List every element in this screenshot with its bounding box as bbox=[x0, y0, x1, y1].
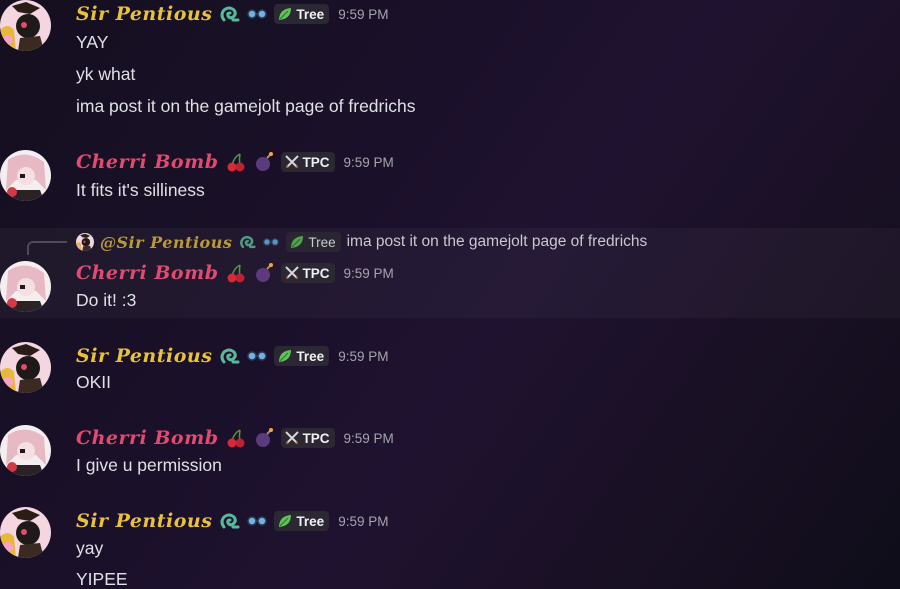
avatar[interactable] bbox=[0, 150, 51, 201]
role-tag-label: Tree bbox=[296, 6, 325, 22]
message-header: Sir Pentious Tree 9:59 PM bbox=[76, 344, 388, 368]
message-line: ima post it on the gamejolt page of fred… bbox=[76, 96, 416, 116]
snake-emoji-icon bbox=[238, 233, 256, 251]
crossed-swords-icon bbox=[284, 265, 300, 281]
reply-avatar bbox=[76, 233, 94, 251]
glasses-emoji-icon bbox=[246, 3, 268, 25]
leaf-icon bbox=[289, 234, 305, 250]
message-header: Cherri Bomb TPC 9:59 PM bbox=[76, 426, 394, 450]
username[interactable]: Cherri Bomb bbox=[76, 262, 219, 284]
leaf-icon bbox=[277, 6, 293, 22]
message-line: YAY bbox=[76, 32, 109, 52]
bomb-emoji-icon bbox=[253, 262, 275, 284]
message-line: yk what bbox=[76, 64, 136, 84]
username[interactable]: Sir Pentious bbox=[76, 510, 212, 532]
role-tag-label: Tree bbox=[308, 234, 336, 250]
leaf-icon bbox=[277, 348, 293, 364]
username[interactable]: Cherri Bomb bbox=[76, 151, 219, 173]
timestamp: 9:59 PM bbox=[338, 513, 389, 529]
role-tag-label: TPC bbox=[302, 265, 330, 281]
role-tag-label: TPC bbox=[302, 430, 330, 446]
role-tag[interactable]: TPC bbox=[280, 152, 335, 172]
username[interactable]: Sir Pentious bbox=[76, 345, 212, 367]
reply-preview[interactable]: @Sir Pentious Tree ima post it on the ga… bbox=[76, 231, 647, 253]
message-line: I give u permission bbox=[76, 455, 222, 475]
bomb-emoji-icon bbox=[253, 151, 275, 173]
message-line: YIPEE bbox=[76, 569, 128, 589]
timestamp: 9:59 PM bbox=[343, 430, 394, 446]
reply-mention[interactable]: @Sir Pentious bbox=[100, 233, 232, 252]
role-tag[interactable]: Tree bbox=[274, 346, 330, 366]
role-tag[interactable]: TPC bbox=[280, 428, 335, 448]
avatar[interactable] bbox=[0, 261, 51, 312]
snake-emoji-icon bbox=[218, 510, 240, 532]
avatar[interactable] bbox=[0, 342, 51, 393]
timestamp: 9:59 PM bbox=[338, 348, 389, 364]
message-header: Sir Pentious Tree 9:59 PM bbox=[76, 509, 388, 533]
role-tag-label: TPC bbox=[302, 154, 330, 170]
snake-emoji-icon bbox=[218, 3, 240, 25]
message-line: Do it! :3 bbox=[76, 290, 137, 310]
timestamp: 9:59 PM bbox=[338, 6, 389, 22]
bomb-emoji-icon bbox=[253, 427, 275, 449]
role-tag-label: Tree bbox=[296, 348, 325, 364]
glasses-emoji-icon bbox=[246, 510, 268, 532]
glasses-emoji-icon bbox=[262, 233, 280, 251]
role-tag[interactable]: Tree bbox=[274, 4, 330, 24]
message-line: It fits it's silliness bbox=[76, 180, 205, 200]
message-line: yay bbox=[76, 538, 104, 558]
avatar[interactable] bbox=[0, 507, 51, 558]
cherries-emoji-icon bbox=[225, 262, 247, 284]
message-header: Sir Pentious Tree 9:59 PM bbox=[76, 2, 388, 26]
username[interactable]: Cherri Bomb bbox=[76, 427, 219, 449]
role-tag[interactable]: TPC bbox=[280, 263, 335, 283]
message-header: Cherri Bomb TPC 9:59 PM bbox=[76, 150, 394, 174]
role-tag: Tree bbox=[286, 232, 341, 252]
snake-emoji-icon bbox=[218, 345, 240, 367]
avatar[interactable] bbox=[0, 0, 51, 51]
cherries-emoji-icon bbox=[225, 427, 247, 449]
message-header: Cherri Bomb TPC 9:59 PM bbox=[76, 261, 394, 285]
crossed-swords-icon bbox=[284, 154, 300, 170]
cherries-emoji-icon bbox=[225, 151, 247, 173]
timestamp: 9:59 PM bbox=[343, 154, 394, 170]
reply-spine bbox=[27, 241, 67, 255]
leaf-icon bbox=[277, 513, 293, 529]
username[interactable]: Sir Pentious bbox=[76, 3, 212, 25]
message-line: OKII bbox=[76, 372, 112, 392]
avatar[interactable] bbox=[0, 425, 51, 476]
role-tag-label: Tree bbox=[296, 513, 325, 529]
chat-message-list: Sir Pentious Tree 9:59 PM YAY yk what im… bbox=[0, 0, 900, 589]
reply-text: ima post it on the gamejolt page of fred… bbox=[346, 233, 648, 250]
role-tag[interactable]: Tree bbox=[274, 511, 330, 531]
crossed-swords-icon bbox=[284, 430, 300, 446]
glasses-emoji-icon bbox=[246, 345, 268, 367]
timestamp: 9:59 PM bbox=[343, 265, 394, 281]
